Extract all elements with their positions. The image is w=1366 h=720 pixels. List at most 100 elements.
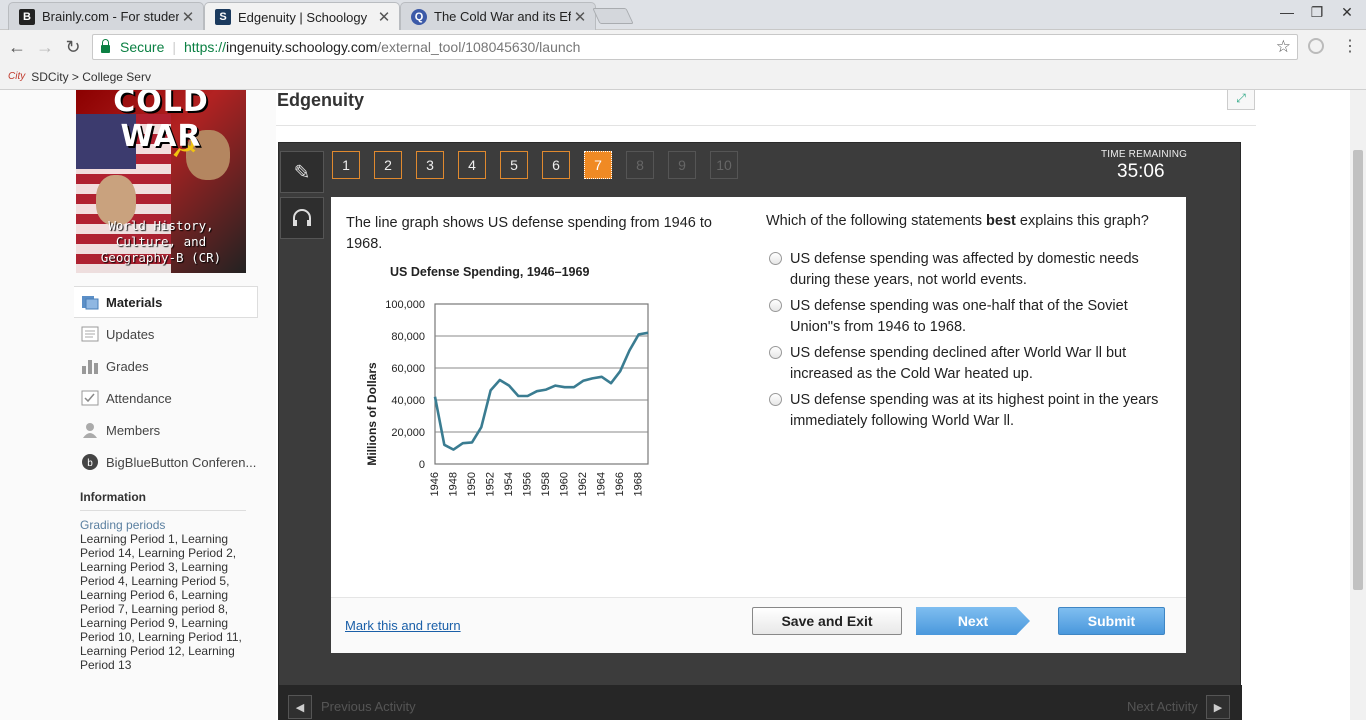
restore-icon[interactable]: ❐ [1302, 4, 1332, 21]
url-host: ingenuity.schoology.com [226, 39, 378, 55]
tab-schoology[interactable]: S Edgenuity | Schoology ✕ [204, 2, 400, 31]
x-tick-label: 1962 [577, 472, 589, 496]
x-tick-label: 1950 [466, 472, 478, 496]
question-text-pre: Which of the following statements [766, 213, 987, 229]
brainly-favicon-icon: B [19, 8, 35, 25]
answer-choice-1[interactable]: US defense spending was affected by dome… [768, 249, 1178, 291]
members-icon [80, 421, 100, 439]
question-number-9: 9 [668, 151, 696, 179]
question-number-3[interactable]: 3 [416, 151, 444, 179]
sidebar-item-label: Grades [106, 358, 149, 374]
question-number-10: 10 [710, 151, 738, 179]
back-icon[interactable]: ← [6, 37, 28, 57]
sidebar-item-members[interactable]: Members [74, 414, 258, 446]
next-activity-label[interactable]: Next Activity [1127, 699, 1198, 714]
answer-choice-3[interactable]: US defense spending declined after World… [768, 343, 1178, 385]
submit-button[interactable]: Submit [1058, 607, 1165, 635]
quizlet-favicon-icon: Q [411, 8, 427, 25]
close-tab-icon[interactable]: ✕ [571, 8, 589, 26]
headphones-icon[interactable] [280, 197, 324, 239]
address-bar[interactable]: Secure | https:// ingenuity.schoology.co… [92, 34, 1298, 60]
answer-choice-2[interactable]: US defense spending was one-half that of… [768, 296, 1178, 338]
bookmark-star-icon[interactable]: ☆ [1276, 37, 1291, 57]
radio-button[interactable] [769, 299, 782, 312]
materials-icon [80, 293, 100, 311]
question-number-2[interactable]: 2 [374, 151, 402, 179]
fullscreen-icon[interactable]: ⤢ [1227, 90, 1255, 110]
forward-icon[interactable]: → [34, 37, 56, 57]
question-number-5[interactable]: 5 [500, 151, 528, 179]
separator: | [172, 39, 176, 55]
browser-toolbar: ← → ↻ Secure | https:// ingenuity.school… [0, 30, 1366, 64]
plot-frame [434, 303, 649, 465]
save-and-exit-button[interactable]: Save and Exit [752, 607, 902, 635]
x-tick-label: 1966 [614, 472, 626, 496]
x-tick-label: 1964 [596, 472, 608, 496]
line-chart: US Defense Spending, 1946–1969 Millions … [365, 265, 649, 496]
mark-and-return-link[interactable]: Mark this and return [345, 618, 461, 633]
updates-icon [80, 325, 100, 343]
minimize-icon[interactable]: — [1272, 4, 1302, 20]
cover-title: COLD WAR [113, 90, 209, 154]
previous-activity-label[interactable]: Previous Activity [321, 699, 416, 714]
y-tick-label: 0 [419, 459, 425, 471]
y-tick-label: 20,000 [391, 427, 425, 439]
answer-choice-4[interactable]: US defense spending was at its highest p… [768, 390, 1178, 432]
answer-choice-text: US defense spending declined after World… [790, 345, 1127, 382]
pencil-icon[interactable]: ✎ [280, 151, 324, 193]
lock-icon [101, 39, 110, 53]
main-content: Edgenuity ⤢ ✎ 1 2 3 4 5 6 7 8 9 10 TIME … [276, 90, 1256, 720]
question-number-7[interactable]: 7 [584, 151, 612, 179]
sidebar-item-updates[interactable]: Updates [74, 318, 258, 350]
course-sidebar: ☭ COLD WAR World History, Culture, and G… [0, 90, 276, 720]
scrollbar-thumb[interactable] [1353, 150, 1363, 590]
secure-label: Secure [120, 39, 165, 55]
next-activity-arrow-icon[interactable]: ▶ [1206, 695, 1230, 719]
timer-value: 35:06 [1117, 161, 1165, 182]
schoology-favicon-icon: S [215, 9, 231, 25]
close-window-icon[interactable]: ✕ [1332, 4, 1362, 21]
question-text-post: explains this graph? [1015, 213, 1149, 229]
svg-text:b: b [87, 458, 93, 469]
sidebar-item-label: BigBlueButton Conferen... [106, 454, 257, 470]
question-number-4[interactable]: 4 [458, 151, 486, 179]
grades-icon [80, 357, 100, 375]
question-number-1[interactable]: 1 [332, 151, 360, 179]
new-tab-button[interactable] [592, 8, 634, 24]
browser-menu-icon[interactable]: ⋮ [1342, 36, 1358, 56]
close-tab-icon[interactable]: ✕ [375, 8, 393, 26]
sidebar-item-label: Materials [106, 294, 163, 310]
sidebar-item-materials[interactable]: Materials [74, 286, 258, 318]
close-tab-icon[interactable]: ✕ [179, 8, 197, 26]
tab-brainly[interactable]: B Brainly.com - For studen ✕ [8, 2, 204, 30]
question-text: Which of the following statements best e… [766, 213, 1176, 229]
question-prompt: The line graph shows US defense spending… [346, 215, 712, 252]
activity-footer: ◀ Previous Activity Next Activity ▶ [279, 685, 1242, 720]
y-tick-label: 100,000 [385, 299, 425, 311]
x-tick-label: 1968 [633, 472, 645, 496]
next-button[interactable]: Next [916, 607, 1030, 635]
sidebar-item-bigbluebutton[interactable]: b BigBlueButton Conferen... [74, 446, 258, 478]
question-number-6[interactable]: 6 [542, 151, 570, 179]
tab-quizlet[interactable]: Q The Cold War and its Eff ✕ [400, 2, 596, 30]
cover-subtitle: World History, Culture, and Geography-B … [76, 218, 246, 266]
reload-icon[interactable]: ↻ [62, 37, 84, 57]
radio-button[interactable] [769, 393, 782, 406]
y-tick-label: 40,000 [391, 395, 425, 407]
page-scrollbar[interactable] [1350, 90, 1366, 720]
sidebar-item-attendance[interactable]: Attendance [74, 382, 258, 414]
extension-icon[interactable] [1308, 38, 1324, 54]
page-title: Edgenuity [277, 90, 365, 110]
sidebar-item-label: Attendance [106, 390, 172, 406]
bookmark-sdcity[interactable]: SDCity > College Serv [31, 70, 151, 84]
cover-subtitle-line: Geography-B (CR) [100, 250, 222, 265]
radio-button[interactable] [769, 252, 782, 265]
sidebar-item-grades[interactable]: Grades [74, 350, 258, 382]
cover-subtitle-line: World History, [108, 218, 214, 233]
x-tick-label: 1952 [485, 472, 497, 496]
previous-activity-arrow-icon[interactable]: ◀ [288, 695, 312, 719]
radio-button[interactable] [769, 346, 782, 359]
grading-periods-list: Learning Period 1, Learning Period 14, L… [80, 532, 242, 672]
page-content: ☭ COLD WAR World History, Culture, and G… [0, 90, 1350, 720]
question-number-8: 8 [626, 151, 654, 179]
